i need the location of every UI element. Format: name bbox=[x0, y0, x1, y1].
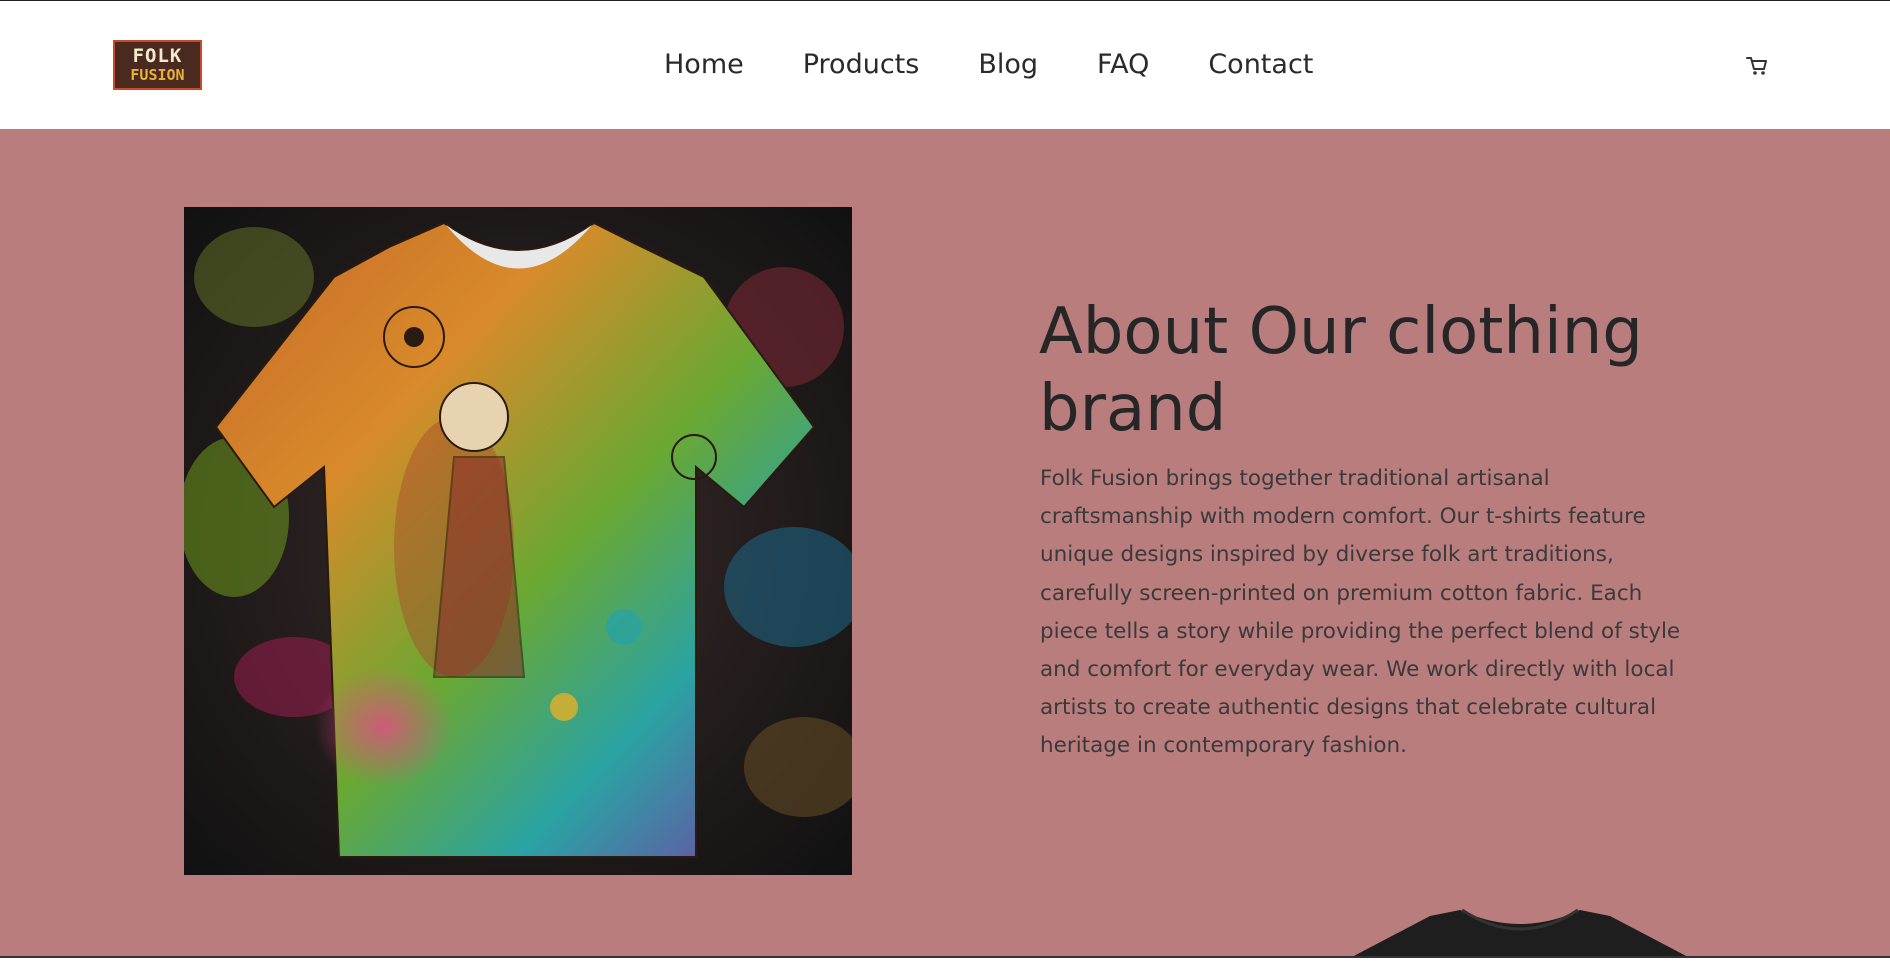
site-header: FOLK FUSION Home Products Blog FAQ Conta… bbox=[0, 1, 1890, 129]
about-section: About Our clothing brand Folk Fusion bri… bbox=[0, 129, 1890, 958]
nav-faq[interactable]: FAQ bbox=[1097, 47, 1149, 83]
next-section-tshirt-image bbox=[1340, 898, 1700, 958]
logo-text-line1: FOLK bbox=[132, 45, 183, 67]
about-title: About Our clothing brand bbox=[1039, 295, 1643, 446]
brand-logo[interactable]: FOLK FUSION bbox=[113, 40, 202, 90]
main-nav: Home Products Blog FAQ Contact bbox=[664, 47, 1313, 83]
logo-text-line2: FUSION bbox=[130, 66, 185, 84]
folk-art-tshirt-image bbox=[184, 207, 852, 875]
nav-products[interactable]: Products bbox=[803, 47, 920, 83]
nav-home[interactable]: Home bbox=[664, 47, 744, 83]
nav-contact[interactable]: Contact bbox=[1208, 47, 1313, 83]
cart-icon[interactable] bbox=[1744, 52, 1770, 78]
about-description: Folk Fusion brings together traditional … bbox=[1040, 466, 1681, 759]
nav-blog[interactable]: Blog bbox=[978, 47, 1038, 83]
